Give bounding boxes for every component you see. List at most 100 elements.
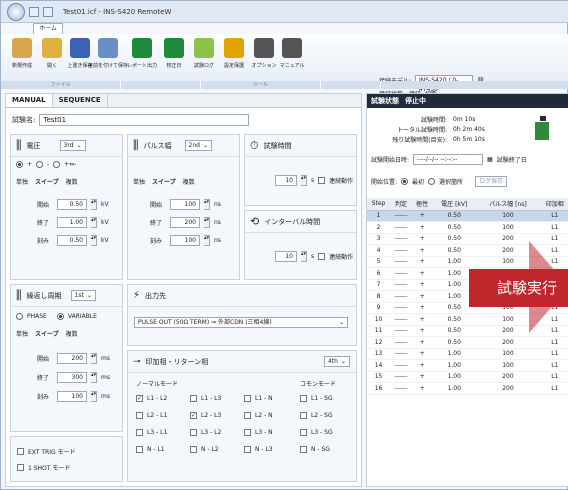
table-row[interactable]: 3 ------ +0.50 200 L1 xyxy=(367,233,568,245)
coupling-order-select[interactable]: 4th ⌄ xyxy=(323,356,350,367)
continuous-checkbox[interactable] xyxy=(318,177,326,184)
variable-radio[interactable] xyxy=(56,313,64,320)
one-shot-checkbox[interactable] xyxy=(17,464,24,471)
table-row[interactable]: 1 ------ +0.50 100 L1 xyxy=(367,210,568,222)
state-bar: 試験状態 停止中 xyxy=(367,94,568,108)
normal-mode-checkbox[interactable]: ✓ xyxy=(190,412,197,419)
subtab-sweep[interactable]: スイープ xyxy=(35,177,59,186)
ribbon-button-9[interactable]: マニュアル xyxy=(277,38,307,69)
ribbon-button-8[interactable]: オプション xyxy=(249,38,279,69)
period-step-input[interactable]: 100 xyxy=(57,391,87,402)
column-header[interactable]: 電圧 [kV] xyxy=(432,198,477,211)
spin-icon[interactable]: ▴▾ xyxy=(91,391,97,402)
pulse-end-input[interactable]: 200 xyxy=(170,217,200,228)
spin-icon[interactable]: ▴▾ xyxy=(91,372,97,383)
subtab-sweep[interactable]: スイープ xyxy=(35,329,59,338)
table-row[interactable]: 15 ------ +1.00 200 L1 xyxy=(367,371,568,383)
polarity-both-radio[interactable] xyxy=(53,161,61,168)
tab-home[interactable]: ホーム xyxy=(33,23,63,34)
subtab-multi[interactable]: 複数 xyxy=(66,329,78,338)
voltage-end-input[interactable]: 1.00 xyxy=(57,217,87,228)
spin-icon[interactable]: ▴▾ xyxy=(91,235,97,246)
period-end-input[interactable]: 300 xyxy=(57,372,87,383)
test-name-input[interactable]: Test01 xyxy=(39,114,250,126)
common-mode-checkbox[interactable] xyxy=(300,412,307,419)
app-menu-button[interactable] xyxy=(7,2,25,21)
ext-trig-checkbox[interactable] xyxy=(17,448,24,455)
spin-icon[interactable]: ▴▾ xyxy=(204,235,210,246)
spin-icon[interactable]: ▴▾ xyxy=(91,353,97,364)
column-header[interactable]: 判定 xyxy=(390,198,412,211)
table-row[interactable]: 12 ------ +0.50 200 L1 xyxy=(367,336,568,349)
interval-input[interactable]: 10 xyxy=(275,251,297,262)
spin-icon[interactable]: ▴▾ xyxy=(91,199,97,210)
ribbon-button-0[interactable]: 新規作成 xyxy=(7,38,37,69)
normal-mode-checkbox[interactable] xyxy=(244,395,251,402)
tab-sequence[interactable]: SEQUENCE xyxy=(53,94,108,107)
quick-open-icon[interactable] xyxy=(43,6,53,17)
spin-icon[interactable]: ▴▾ xyxy=(301,175,307,186)
subtab-single[interactable]: 単独 xyxy=(16,329,28,338)
normal-mode-checkbox[interactable] xyxy=(136,429,143,436)
voltage-step-input[interactable]: 0.50 xyxy=(57,235,87,246)
normal-mode-checkbox[interactable] xyxy=(190,429,197,436)
spin-icon[interactable]: ▴▾ xyxy=(301,251,307,262)
continuous-checkbox[interactable] xyxy=(318,253,326,260)
pulse-start-input[interactable]: 100 xyxy=(170,199,200,210)
table-cell: ------ xyxy=(390,382,412,395)
table-row[interactable]: 2 ------ +0.50 100 L1 xyxy=(367,221,568,234)
log-save-button[interactable]: ログ保存 xyxy=(475,176,508,187)
spin-icon[interactable]: ▴▾ xyxy=(204,199,210,210)
position-selected-radio[interactable] xyxy=(428,178,436,185)
normal-mode-checkbox[interactable] xyxy=(244,429,251,436)
test-time-input[interactable]: 10 xyxy=(275,175,297,186)
normal-mode-checkbox[interactable] xyxy=(136,412,143,419)
pulse-step-input[interactable]: 100 xyxy=(170,235,200,246)
subtab-multi[interactable]: 複数 xyxy=(66,177,78,186)
normal-mode-checkbox[interactable] xyxy=(190,395,197,402)
column-header[interactable]: パルス幅 [ns] xyxy=(476,198,540,211)
subtab-single[interactable]: 単独 xyxy=(16,177,28,186)
table-row[interactable]: 14 ------ +1.00 100 L1 xyxy=(367,359,568,372)
subtab-multi[interactable]: 複数 xyxy=(183,177,195,186)
table-row[interactable]: 11 ------ +0.50 200 L1 xyxy=(367,325,568,337)
spin-icon[interactable]: ▴▾ xyxy=(204,217,210,228)
normal-mode-checkbox[interactable] xyxy=(244,412,251,419)
normal-mode-checkbox[interactable] xyxy=(136,446,143,453)
column-header[interactable]: 印加相 xyxy=(539,198,568,211)
normal-mode-checkbox[interactable]: ✓ xyxy=(136,395,143,402)
pulse-order-select[interactable]: 2nd ⌄ xyxy=(184,140,212,151)
voltage-start-input[interactable]: 0.50 xyxy=(57,199,87,210)
column-header[interactable]: Step xyxy=(367,198,391,211)
ribbon-button-6[interactable]: 試験ログ xyxy=(189,38,219,69)
table-row[interactable]: 16 ------ +1.00 200 L1 xyxy=(367,382,568,395)
common-mode-checkbox[interactable] xyxy=(300,446,307,453)
period-start-input[interactable]: 200 xyxy=(57,353,87,364)
ribbon-button-4[interactable]: レポート出力 xyxy=(127,38,157,69)
spin-icon[interactable]: ▴▾ xyxy=(91,217,97,228)
output-select[interactable]: PULSE OUT (50Ω TERM) ⇒ 外部CDN (三相4線) ⌄ xyxy=(134,317,348,328)
polarity-plus-radio[interactable] xyxy=(16,161,23,168)
phase-radio[interactable] xyxy=(16,313,23,320)
voltage-order-select[interactable]: 3rd ⌄ xyxy=(59,140,86,151)
calendar-icon[interactable]: ▦ xyxy=(487,156,493,163)
position-first-radio[interactable] xyxy=(401,178,409,185)
subtab-sweep[interactable]: スイープ xyxy=(152,177,176,186)
ribbon-button-7[interactable]: 設定保護 xyxy=(219,38,249,69)
period-order-select[interactable]: 1st ⌄ xyxy=(70,290,96,301)
table-row[interactable]: 13 ------ +1.00 100 L1 xyxy=(367,348,568,360)
normal-mode-checkbox[interactable] xyxy=(244,446,251,453)
common-mode-checkbox[interactable] xyxy=(300,429,307,436)
ribbon-button-5[interactable]: 校正日 xyxy=(159,38,189,69)
run-test-banner[interactable]: 試験実行 xyxy=(469,269,568,307)
polarity-minus-radio[interactable] xyxy=(36,161,44,168)
ribbon-button-3[interactable]: 名前を付けて保存 xyxy=(88,38,128,69)
subtab-single[interactable]: 単独 xyxy=(133,177,145,186)
tab-manual[interactable]: MANUAL xyxy=(6,94,53,107)
column-header[interactable]: 極性 xyxy=(411,198,433,211)
schedule-input[interactable]: ----/--/-- --:--:-- xyxy=(413,154,484,165)
normal-mode-checkbox[interactable] xyxy=(190,446,197,453)
common-mode-checkbox[interactable] xyxy=(300,395,307,402)
quick-save-icon[interactable] xyxy=(29,6,39,17)
ribbon-button-1[interactable]: 開く xyxy=(37,38,67,69)
